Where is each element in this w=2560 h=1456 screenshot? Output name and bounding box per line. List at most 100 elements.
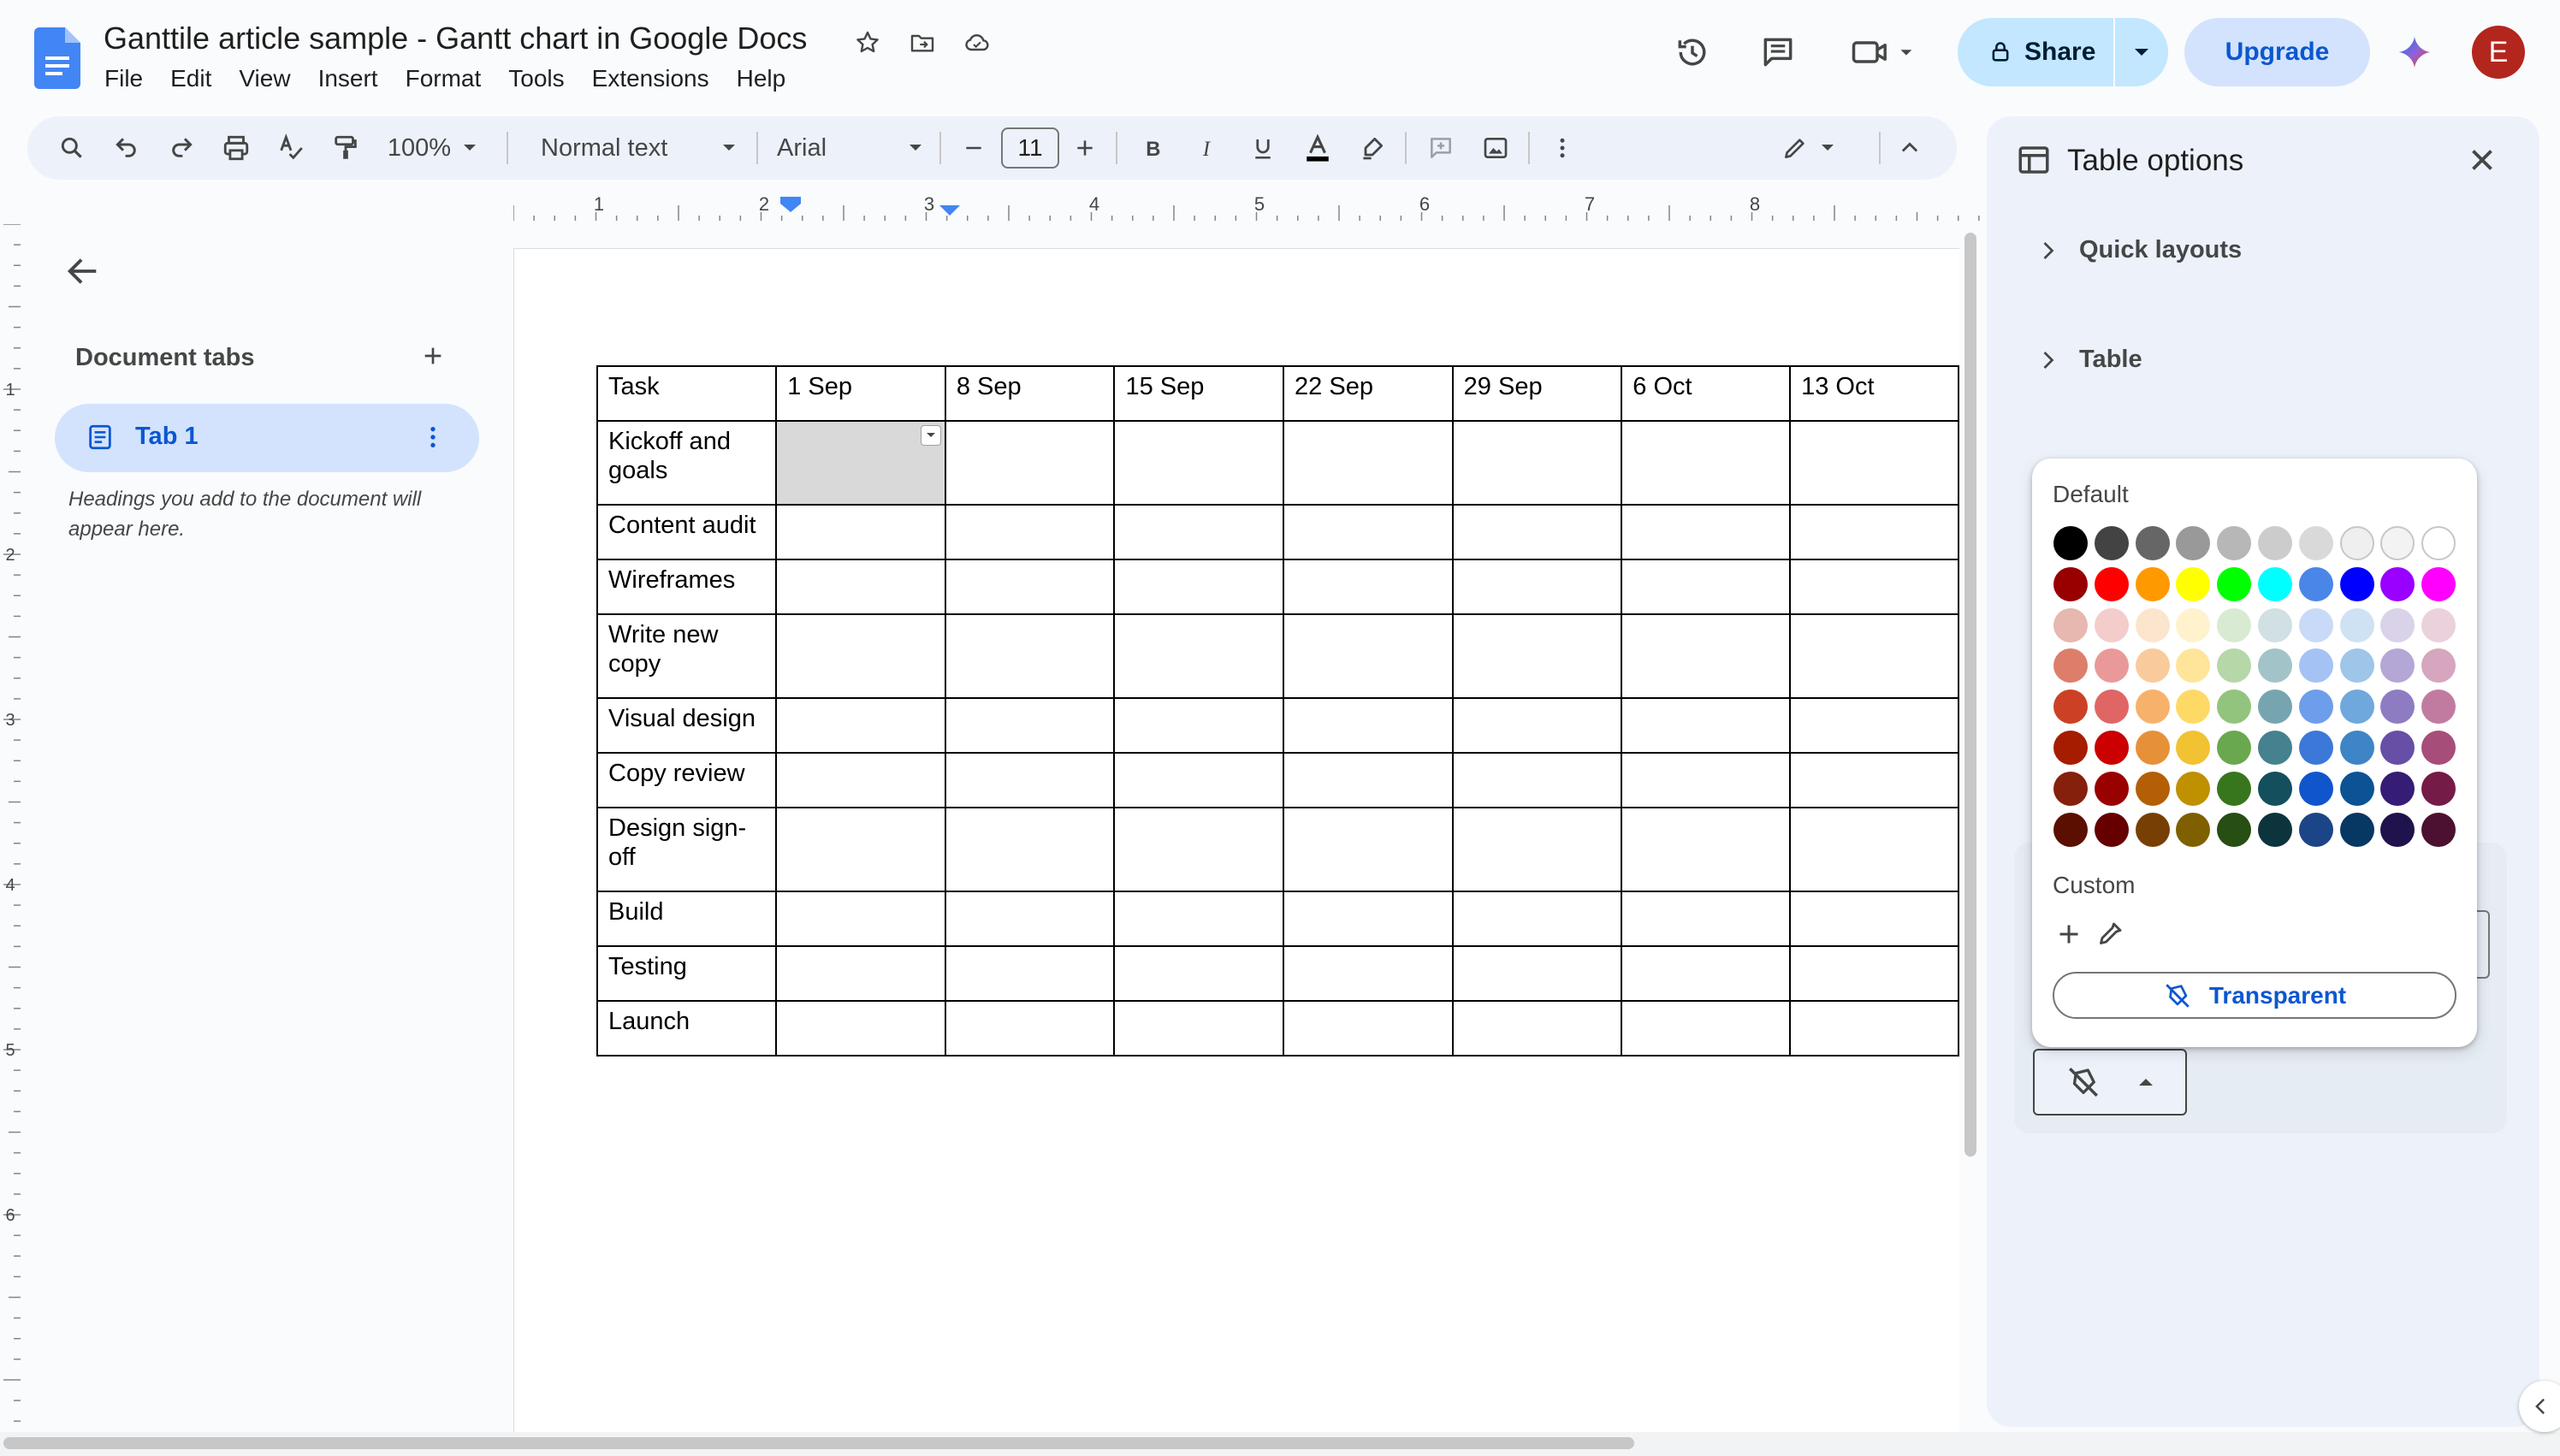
- color-swatch[interactable]: [2298, 526, 2333, 560]
- schedule-cell[interactable]: [944, 613, 1116, 699]
- search-menus-icon[interactable]: [50, 124, 94, 172]
- color-swatch[interactable]: [2258, 771, 2292, 806]
- color-swatch[interactable]: [2053, 812, 2088, 847]
- color-swatch[interactable]: [2421, 812, 2456, 847]
- color-swatch[interactable]: [2380, 607, 2415, 642]
- color-swatch[interactable]: [2339, 648, 2374, 684]
- section-quick-layouts[interactable]: Quick layouts: [2040, 236, 2242, 264]
- header-cell-week[interactable]: 22 Sep: [1283, 365, 1454, 422]
- schedule-cell[interactable]: [1451, 752, 1623, 808]
- color-swatch[interactable]: [2135, 607, 2170, 642]
- color-swatch[interactable]: [2094, 607, 2129, 642]
- color-swatch[interactable]: [2380, 771, 2415, 806]
- color-swatch[interactable]: [2339, 566, 2374, 601]
- menu-edit[interactable]: Edit: [157, 63, 225, 94]
- schedule-cell[interactable]: [1621, 420, 1792, 506]
- horizontal-scrollbar[interactable]: [3, 1437, 1634, 1449]
- color-swatch[interactable]: [2094, 526, 2129, 560]
- color-swatch[interactable]: [2053, 731, 2088, 765]
- insert-image-icon[interactable]: [1473, 124, 1518, 172]
- color-swatch[interactable]: [2258, 566, 2292, 601]
- color-swatch[interactable]: [2298, 648, 2333, 684]
- color-swatch[interactable]: [2217, 526, 2252, 560]
- schedule-cell[interactable]: [1283, 891, 1454, 947]
- version-history-icon[interactable]: [1668, 28, 1716, 76]
- star-icon[interactable]: [850, 26, 885, 60]
- schedule-cell[interactable]: [1283, 420, 1454, 506]
- schedule-cell[interactable]: [1283, 1000, 1454, 1056]
- text-color-icon[interactable]: [1295, 124, 1340, 172]
- transparent-button[interactable]: Transparent: [2053, 972, 2456, 1019]
- schedule-cell[interactable]: [1621, 697, 1792, 754]
- task-cell[interactable]: Content audit: [596, 504, 778, 560]
- comments-icon[interactable]: [1754, 28, 1802, 76]
- schedule-cell[interactable]: [1113, 420, 1285, 506]
- color-swatch[interactable]: [2258, 690, 2292, 725]
- schedule-cell[interactable]: [944, 420, 1116, 506]
- more-options-icon[interactable]: [1540, 124, 1585, 172]
- document-page[interactable]: Task 1 Sep 8 Sep 15 Sep 22 Sep 29 Sep 6 Oct 13 …: [513, 248, 1959, 1437]
- zoom-select[interactable]: 100%: [382, 124, 483, 172]
- schedule-cell[interactable]: [1451, 891, 1623, 947]
- schedule-cell[interactable]: [1621, 1000, 1792, 1056]
- gantt-table[interactable]: Task 1 Sep 8 Sep 15 Sep 22 Sep 29 Sep 6 Oct 13 …: [596, 365, 1959, 1056]
- color-swatch[interactable]: [2217, 812, 2252, 847]
- eyedropper-icon[interactable]: [2095, 919, 2125, 950]
- schedule-cell[interactable]: [1283, 559, 1454, 615]
- schedule-cell[interactable]: [1283, 752, 1454, 808]
- color-swatch[interactable]: [2380, 566, 2415, 601]
- schedule-cell[interactable]: [775, 1000, 946, 1056]
- color-swatch[interactable]: [2421, 526, 2456, 560]
- color-swatch[interactable]: [2094, 690, 2129, 725]
- schedule-cell[interactable]: [944, 697, 1116, 754]
- schedule-cell[interactable]: [944, 891, 1116, 947]
- schedule-cell[interactable]: [1113, 504, 1285, 560]
- hide-menus-icon[interactable]: [1887, 124, 1932, 172]
- schedule-cell[interactable]: [1789, 613, 1959, 699]
- schedule-cell[interactable]: [944, 807, 1116, 892]
- schedule-cell[interactable]: [944, 559, 1116, 615]
- print-icon[interactable]: [214, 124, 258, 172]
- docs-logo-icon[interactable]: [34, 27, 80, 89]
- menu-insert[interactable]: Insert: [305, 63, 392, 94]
- menu-view[interactable]: View: [225, 63, 304, 94]
- schedule-cell[interactable]: [1451, 807, 1623, 892]
- task-cell[interactable]: Launch: [596, 1000, 778, 1056]
- cell-dropdown-icon[interactable]: [920, 425, 941, 446]
- color-swatch[interactable]: [2135, 731, 2170, 765]
- menu-help[interactable]: Help: [723, 63, 800, 94]
- color-swatch[interactable]: [2421, 566, 2456, 601]
- color-swatch[interactable]: [2339, 526, 2374, 560]
- schedule-cell[interactable]: [775, 945, 946, 1002]
- schedule-cell[interactable]: [1113, 752, 1285, 808]
- color-swatch[interactable]: [2094, 648, 2129, 684]
- move-to-folder-icon[interactable]: [905, 26, 939, 60]
- back-arrow-icon[interactable]: [63, 252, 103, 291]
- task-cell[interactable]: Write new copy: [596, 613, 778, 699]
- schedule-cell[interactable]: [1283, 697, 1454, 754]
- color-swatch[interactable]: [2135, 690, 2170, 725]
- close-icon[interactable]: [2464, 142, 2500, 178]
- menu-file[interactable]: File: [91, 63, 157, 94]
- schedule-cell[interactable]: [1621, 752, 1792, 808]
- schedule-cell[interactable]: [944, 1000, 1116, 1056]
- section-table[interactable]: Table: [2040, 346, 2142, 374]
- color-swatch[interactable]: [2421, 771, 2456, 806]
- cloud-saved-icon[interactable]: [960, 26, 994, 60]
- schedule-cell[interactable]: [1283, 613, 1454, 699]
- schedule-cell[interactable]: [1451, 420, 1623, 506]
- task-cell[interactable]: Visual design: [596, 697, 778, 754]
- schedule-cell[interactable]: [775, 697, 946, 754]
- color-swatch[interactable]: [2053, 607, 2088, 642]
- upgrade-button[interactable]: Upgrade: [2184, 18, 2370, 86]
- schedule-cell[interactable]: [1451, 613, 1623, 699]
- bold-icon[interactable]: B: [1131, 124, 1176, 172]
- color-swatch[interactable]: [2298, 690, 2333, 725]
- schedule-cell[interactable]: [1789, 559, 1959, 615]
- schedule-cell[interactable]: [1283, 504, 1454, 560]
- font-family-select[interactable]: Arial: [768, 124, 931, 172]
- share-button[interactable]: Share: [1958, 18, 2115, 86]
- menu-extensions[interactable]: Extensions: [578, 63, 723, 94]
- color-swatch[interactable]: [2053, 771, 2088, 806]
- schedule-cell[interactable]: [1113, 613, 1285, 699]
